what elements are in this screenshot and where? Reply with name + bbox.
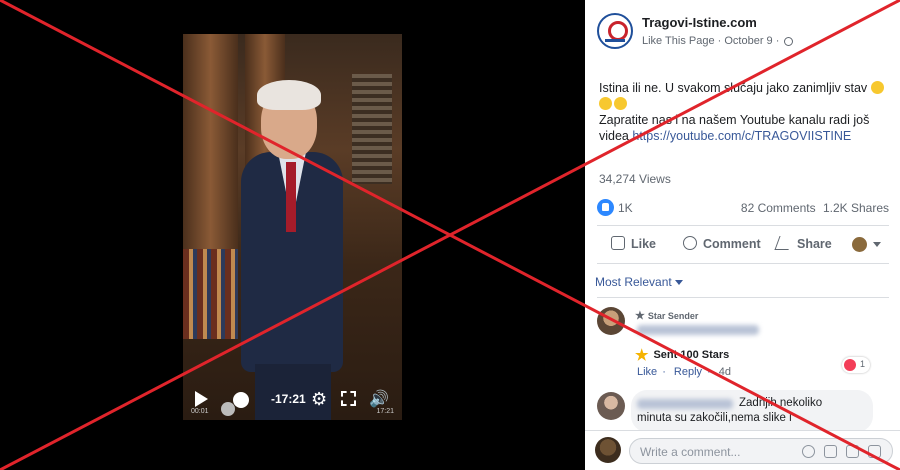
time-remaining: -17:21: [271, 392, 306, 406]
page-name[interactable]: Tragovi-Istine.com: [642, 15, 757, 30]
post-meta: Like This Page · October 9 ·: [642, 35, 794, 47]
video-window: [352, 74, 392, 184]
comment-text-line2: minuta su zakočili,nema slike i: [637, 412, 792, 424]
post-date[interactable]: October 9: [724, 35, 772, 47]
divider: [597, 297, 889, 298]
video-curtain-left: [183, 34, 238, 264]
reaction-badge[interactable]: 1: [842, 357, 870, 373]
sort-comments-dropdown[interactable]: Most Relevant: [595, 275, 683, 289]
audience-avatar[interactable]: [852, 237, 867, 252]
like-reaction-icon[interactable]: [597, 199, 614, 216]
post-text: Istina ili ne. U svakom slučaju jako zan…: [599, 80, 891, 144]
thumbs-up-icon: [611, 236, 625, 250]
volume-icon[interactable]: 🔊: [369, 389, 389, 409]
comment-input[interactable]: Write a comment...: [629, 438, 893, 464]
share-label: Share: [797, 237, 832, 251]
like-button[interactable]: Like: [611, 236, 656, 251]
star-sender-badge: ★ Star Sender: [635, 309, 698, 322]
like-label: Like: [631, 237, 657, 251]
sent-stars: ★ Sent 100 Stars: [635, 346, 729, 364]
emoji-icon[interactable]: [802, 445, 815, 458]
comments-count[interactable]: 82 Comments: [741, 201, 816, 215]
like-page-link[interactable]: Like This Page: [642, 35, 715, 47]
video-person-tie: [286, 162, 296, 232]
comment-actions: Like · Reply · 4d: [637, 366, 736, 378]
post-panel: Tragovi-Istine.com Like This Page · Octo…: [585, 0, 900, 470]
link-separator: ·: [707, 366, 711, 378]
video-person-hair: [257, 80, 321, 110]
camera-icon[interactable]: [824, 445, 837, 458]
write-comment-row: Write a comment...: [585, 430, 900, 470]
divider: [597, 263, 889, 264]
divider: [597, 225, 889, 226]
globe-icon: [784, 36, 794, 46]
avatar[interactable]: [597, 307, 625, 335]
comment-reply-link[interactable]: Reply: [674, 366, 702, 378]
play-icon[interactable]: [195, 391, 208, 407]
star-icon: ★: [635, 347, 649, 364]
video-controls: -17:21 ⚙ 🔊 00:01 17:21: [183, 382, 402, 418]
youtube-link[interactable]: https://youtube.com/c/TRAGOVIISTINE: [632, 129, 851, 143]
post-text-line1: Istina ili ne. U svakom slučaju jako zan…: [599, 81, 868, 95]
fullscreen-icon[interactable]: [341, 391, 356, 406]
sticker-icon[interactable]: [868, 445, 881, 458]
scrubber-handle[interactable]: [233, 392, 249, 408]
comment-label: Comment: [703, 237, 761, 251]
heart-icon: [844, 359, 856, 371]
video-area: -17:21 ⚙ 🔊 00:01 17:21: [0, 0, 585, 470]
reaction-badge-count: 1: [860, 359, 866, 369]
laughing-emoji-icon: [614, 97, 627, 110]
laughing-emoji-icon: [599, 97, 612, 110]
view-count: 34,274 Views: [599, 172, 671, 186]
avatar: [595, 437, 621, 463]
gif-icon[interactable]: [846, 445, 859, 458]
comment-bubble: Zadnjih nekoliko minuta su zakočili,nema…: [631, 390, 873, 432]
comment-like-link[interactable]: Like: [637, 366, 657, 378]
comment-placeholder: Write a comment...: [640, 445, 741, 459]
action-bar: Like Comment Share: [597, 230, 889, 260]
sent-stars-label: Sent 100 Stars: [653, 349, 730, 361]
comment-text: Zadnjih nekoliko minuta su zakočili,nema…: [637, 396, 867, 426]
video-shelf: [183, 249, 238, 339]
chevron-down-icon[interactable]: [873, 242, 881, 247]
scrubber-position[interactable]: [221, 402, 235, 416]
star-icon: ★: [635, 310, 645, 322]
comment-time[interactable]: 4d: [719, 366, 731, 378]
reactions-row: 1K 82 Comments 1.2K Shares: [597, 199, 889, 217]
video-player[interactable]: [183, 34, 402, 420]
gear-icon[interactable]: ⚙: [311, 390, 327, 408]
comment-icon: [683, 236, 697, 250]
chevron-down-icon: [674, 280, 683, 286]
reaction-count[interactable]: 1K: [618, 201, 633, 215]
time-total: 17:21: [376, 408, 394, 415]
page-logo[interactable]: [597, 13, 633, 49]
laughing-emoji-icon: [870, 81, 884, 94]
link-separator: ·: [662, 366, 666, 378]
badge-label: Star Sender: [647, 311, 699, 321]
sort-label: Most Relevant: [595, 275, 672, 289]
share-arrow-icon: [774, 236, 794, 250]
share-button[interactable]: Share: [774, 236, 832, 251]
avatar[interactable]: [597, 392, 625, 420]
shares-count[interactable]: 1.2K Shares: [823, 201, 889, 215]
meta-separator: ·: [775, 35, 783, 47]
time-elapsed: 00:01: [191, 408, 209, 415]
post-header: Tragovi-Istine.com Like This Page · Octo…: [597, 10, 897, 50]
post-stats: 82 Comments 1.2K Shares: [737, 201, 889, 215]
commenter-name-blurred[interactable]: [637, 325, 759, 335]
comment-button[interactable]: Comment: [683, 236, 761, 251]
comment-text-line1: Zadnjih nekoliko: [739, 397, 823, 409]
